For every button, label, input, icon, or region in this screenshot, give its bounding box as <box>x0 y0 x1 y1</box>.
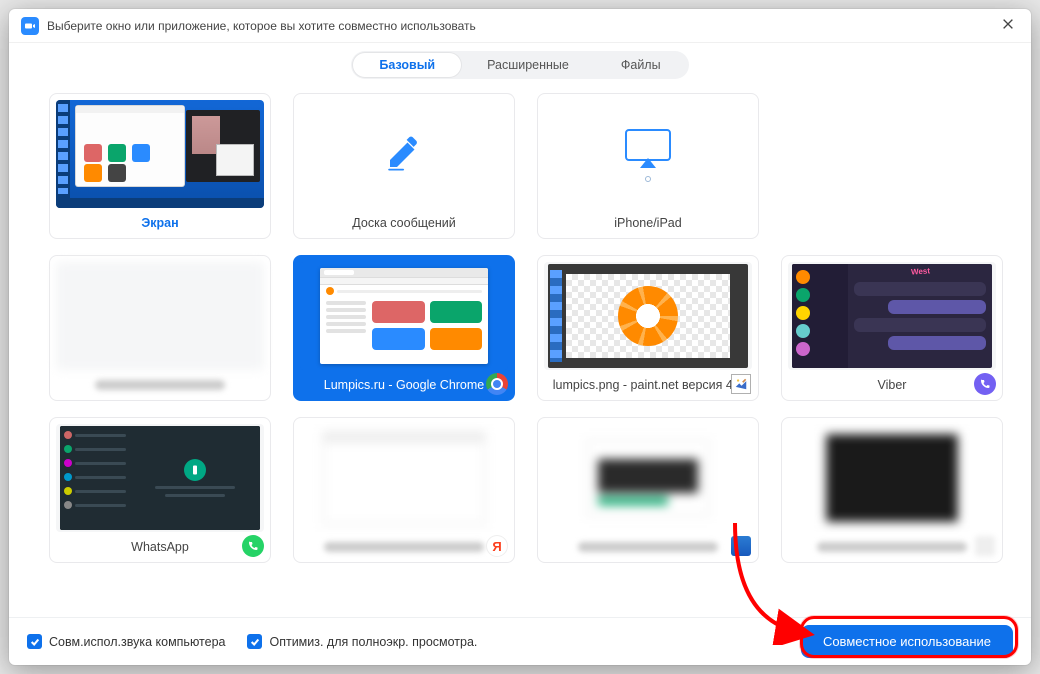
tab-basic[interactable]: Базовый <box>353 53 461 77</box>
tile-paintnet[interactable]: lumpics.png - paint.net версия 4... <box>537 255 759 401</box>
tile-paintnet-label: lumpics.png - paint.net версия 4... <box>544 370 752 400</box>
tile-app-blurred-4[interactable] <box>781 417 1003 563</box>
checkbox-share-audio[interactable]: Совм.испол.звука компьютера <box>27 634 225 649</box>
tile-lumpics-label: Lumpics.ru - Google Chrome <box>300 370 508 400</box>
tile-lumpics-chrome[interactable]: Lumpics.ru - Google Chrome <box>293 255 515 401</box>
checkbox-share-audio-label: Совм.испол.звука компьютера <box>49 635 225 649</box>
close-button[interactable] <box>1001 17 1019 35</box>
titlebar: Выберите окно или приложение, которое вы… <box>9 9 1031 43</box>
checkbox-icon <box>27 634 42 649</box>
tile-whiteboard[interactable]: Доска сообщений <box>293 93 515 239</box>
bottom-bar: Совм.испол.звука компьютера Оптимиз. для… <box>9 617 1031 665</box>
viber-icon <box>974 373 996 395</box>
tile-blurred-4-label <box>788 532 996 562</box>
app-icon-blurred-3 <box>730 535 752 557</box>
tile-viber-label: Viber <box>788 370 996 400</box>
tile-app-blurred-3[interactable] <box>537 417 759 563</box>
thumb-blurred-4 <box>788 424 996 532</box>
checkbox-optimize-video-label: Оптимиз. для полноэкр. просмотра. <box>269 635 477 649</box>
thumb-blurred-1 <box>56 262 264 370</box>
chrome-icon <box>486 373 508 395</box>
thumb-iphone-ipad <box>544 100 752 208</box>
tile-iphone-ipad[interactable]: iPhone/iPad <box>537 93 759 239</box>
checkbox-icon <box>247 634 262 649</box>
dialog-title: Выберите окно или приложение, которое вы… <box>47 19 476 33</box>
airplay-icon <box>622 128 674 180</box>
tab-files[interactable]: Файлы <box>595 53 687 77</box>
share-screen-dialog: Выберите окно или приложение, которое вы… <box>9 9 1031 665</box>
share-options-grid: Экран Доска сообщений <box>9 93 1031 617</box>
tile-app-blurred-1[interactable] <box>49 255 271 401</box>
app-icon-blurred-4 <box>974 535 996 557</box>
share-button[interactable]: Совместное использование <box>801 625 1013 658</box>
whatsapp-icon <box>242 535 264 557</box>
thumb-lumpics <box>300 262 508 370</box>
tile-screen[interactable]: Экран <box>49 93 271 239</box>
paintnet-icon <box>730 373 752 395</box>
tile-blurred-1-label <box>56 370 264 400</box>
thumb-paintnet <box>544 262 752 370</box>
tile-viber[interactable]: West Viber <box>781 255 1003 401</box>
thumb-blurred-3 <box>544 424 752 532</box>
thumb-whiteboard <box>300 100 508 208</box>
tile-whiteboard-label: Доска сообщений <box>300 208 508 238</box>
tile-screen-label: Экран <box>56 208 264 238</box>
pen-icon <box>383 132 425 177</box>
tile-blurred-3-label <box>544 532 752 562</box>
checkbox-optimize-video[interactable]: Оптимиз. для полноэкр. просмотра. <box>247 634 477 649</box>
yandex-icon: Я <box>486 535 508 557</box>
thumb-viber: West <box>788 262 996 370</box>
thumb-blurred-2 <box>300 424 508 532</box>
viber-chat-title: West <box>910 266 930 276</box>
zoom-logo-icon <box>21 17 39 35</box>
tab-advanced[interactable]: Расширенные <box>461 53 595 77</box>
tile-iphone-ipad-label: iPhone/iPad <box>544 208 752 238</box>
tile-whatsapp[interactable]: WhatsApp <box>49 417 271 563</box>
tabs-container: Базовый Расширенные Файлы <box>9 43 1031 93</box>
thumb-whatsapp <box>56 424 264 532</box>
tile-app-blurred-2[interactable]: Я <box>293 417 515 563</box>
tile-whatsapp-label: WhatsApp <box>56 532 264 562</box>
tile-blurred-2-label <box>300 532 508 562</box>
thumb-screen <box>56 100 264 208</box>
